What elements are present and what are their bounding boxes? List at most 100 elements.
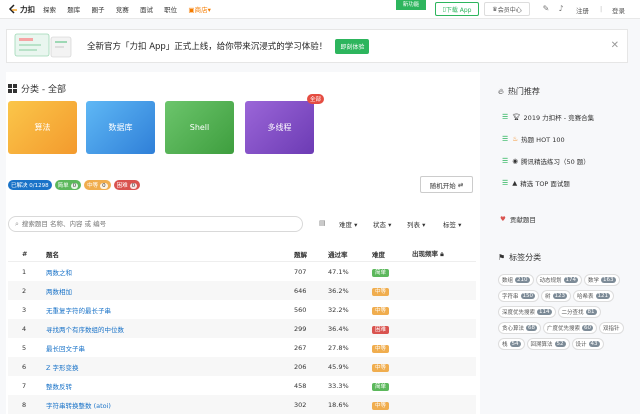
try-now-button[interactable]: 即刻体验 bbox=[335, 38, 370, 54]
tag-chip[interactable]: 二分查找 81 bbox=[557, 306, 601, 318]
category-card-algorithms[interactable]: 算法 bbox=[8, 101, 77, 154]
problem-table: # 题名 题解 通过率 难度 出现频率 🔒︎ 1 两数之和 707 47.1% 简单 2 两… bbox=[8, 246, 476, 414]
difficulty-badge: 简单 bbox=[372, 382, 390, 391]
tag-chip[interactable]: 栈 54 bbox=[498, 338, 525, 350]
problem-title-link[interactable]: 寻找两个有序数组的中位数 bbox=[46, 324, 294, 334]
list-icon: ☰ bbox=[502, 157, 509, 165]
solution-count[interactable]: 707 bbox=[294, 268, 328, 276]
difficulty-cell: 简单 bbox=[372, 268, 412, 277]
nav-item-problems[interactable]: 题库 bbox=[67, 6, 80, 14]
tag-chip[interactable]: 动态规划 174 bbox=[535, 274, 583, 286]
solution-count[interactable]: 267 bbox=[294, 344, 328, 352]
filter-difficulty[interactable]: 难度 ▾ bbox=[339, 219, 357, 229]
tag-chip[interactable]: 哈希表 121 bbox=[573, 290, 615, 302]
tag-count: 123 bbox=[552, 293, 568, 299]
table-row[interactable]: 7 整数反转 458 33.3% 简单 bbox=[8, 376, 476, 395]
notes-icon[interactable]: ✎ bbox=[541, 4, 551, 13]
tag-chip[interactable]: 数组 210 bbox=[498, 274, 534, 286]
solution-count[interactable]: 646 bbox=[294, 287, 328, 295]
difficulty-badge: 中等 bbox=[372, 401, 390, 410]
tag-count: 114 bbox=[537, 309, 552, 315]
tag-chip[interactable]: 树 123 bbox=[541, 290, 572, 302]
tag-chip[interactable]: 贪心算法 68 bbox=[498, 322, 542, 334]
problem-title-link[interactable]: 两数之和 bbox=[46, 267, 294, 277]
table-row[interactable]: 3 无重复字符的最长子串 560 32.2% 中等 bbox=[8, 300, 476, 319]
solution-count[interactable]: 206 bbox=[294, 363, 328, 371]
file-icon[interactable]: ▤ bbox=[319, 219, 326, 227]
problem-title-link[interactable]: 两数相加 bbox=[46, 286, 294, 296]
tag-chip[interactable]: 广度优先搜索 60 bbox=[543, 322, 598, 334]
header-frequency[interactable]: 出现频率 🔒︎ bbox=[412, 248, 476, 259]
search-box[interactable]: ⌕ bbox=[8, 216, 303, 232]
medium-stat: 中等 0 bbox=[84, 180, 111, 190]
hot-item-top-interview[interactable]: ☰ ▲ 精选 TOP 面试题 bbox=[502, 178, 570, 188]
category-card-shell[interactable]: Shell bbox=[165, 101, 234, 154]
category-card-database[interactable]: 数据库 bbox=[86, 101, 155, 154]
tag-chip[interactable]: 深度优先搜索 114 bbox=[498, 306, 556, 318]
login-link[interactable]: 登录 bbox=[612, 5, 625, 15]
nav-item-interview[interactable]: 面试 bbox=[140, 6, 153, 14]
search-input[interactable] bbox=[21, 220, 272, 228]
filter-tags[interactable]: 标签 ▾ bbox=[443, 219, 461, 229]
nav-item-circle[interactable]: 圈子 bbox=[91, 6, 104, 14]
acceptance-rate: 36.2% bbox=[328, 286, 349, 295]
vip-center-button[interactable]: ♛ 会员中心 bbox=[484, 2, 530, 16]
solution-count[interactable]: 560 bbox=[294, 306, 328, 314]
hot-item-tencent[interactable]: ☰ ◉ 腾讯精选练习（50 题） bbox=[502, 156, 590, 166]
problem-title-link[interactable]: 最长回文子串 bbox=[46, 343, 294, 353]
table-row[interactable]: 8 字符串转换整数 (atoi) 302 18.6% 中等 bbox=[8, 395, 476, 414]
problem-title-link[interactable]: 整数反转 bbox=[46, 381, 294, 391]
tag-chip[interactable]: 回溯算法 52 bbox=[526, 338, 570, 350]
difficulty-cell: 简单 bbox=[372, 382, 412, 391]
hot-item-label: 腾讯精选练习（50 题） bbox=[520, 158, 590, 166]
tag-label: 设计 bbox=[575, 342, 587, 348]
nav-item-jobs[interactable]: 职位 bbox=[164, 6, 177, 14]
table-row[interactable]: 4 寻找两个有序数组的中位数 299 36.4% 困难 bbox=[8, 319, 476, 338]
download-app-button[interactable]: ▯ 下载 App bbox=[435, 2, 479, 16]
problem-title-link[interactable]: 字符串转换整数 (atoi) bbox=[46, 400, 294, 410]
random-start-button[interactable]: 随机开始 ⇄ bbox=[420, 176, 473, 193]
contribute-link[interactable]: ♥ 贡献题目 bbox=[500, 214, 536, 224]
table-row[interactable]: 6 Z 字形变换 206 45.9% 中等 bbox=[8, 357, 476, 376]
nav-item-explore[interactable]: 探索 bbox=[43, 6, 56, 14]
acceptance-rate: 33.3% bbox=[328, 381, 349, 390]
difficulty-badge: 中等 bbox=[372, 363, 390, 372]
solution-count[interactable]: 299 bbox=[294, 325, 328, 333]
tag-chip[interactable]: 设计 43 bbox=[571, 338, 604, 350]
tags-heading: ⚑ 标签分类 bbox=[498, 252, 541, 263]
nav-item-shop[interactable]: ▣商店▾ bbox=[188, 6, 210, 14]
tag-label: 字符串 bbox=[502, 294, 519, 300]
register-link[interactable]: 注册 bbox=[576, 5, 589, 15]
problem-number: 1 bbox=[22, 267, 27, 276]
problem-title-link[interactable]: 无重复字符的最长子串 bbox=[46, 305, 294, 315]
tag-count: 174 bbox=[563, 277, 579, 283]
header-solutions[interactable]: 题解 bbox=[294, 249, 328, 259]
header-number[interactable]: # bbox=[8, 250, 46, 258]
table-row[interactable]: 1 两数之和 707 47.1% 简单 bbox=[8, 262, 476, 281]
logo[interactable]: 力扣 bbox=[8, 3, 35, 15]
tag-chip[interactable]: 数学 163 bbox=[584, 274, 620, 286]
hot-item-contest[interactable]: ☰ 🏆︎ 2019 力扣杯 - 竞赛合集 bbox=[502, 112, 594, 122]
close-icon[interactable]: ✕ bbox=[611, 40, 619, 51]
problem-title-link[interactable]: Z 字形变换 bbox=[46, 362, 294, 372]
filter-list[interactable]: 列表 ▾ bbox=[407, 219, 425, 229]
solution-count[interactable]: 302 bbox=[294, 401, 328, 409]
tag-chip[interactable]: 字符串 150 bbox=[498, 290, 540, 302]
solution-count[interactable]: 458 bbox=[294, 382, 328, 390]
header-difficulty[interactable]: 难度 bbox=[372, 249, 412, 259]
category-card-concurrency[interactable]: 多线程 bbox=[245, 101, 314, 154]
all-badge: 全部 bbox=[307, 94, 325, 104]
hot-item-hot100[interactable]: ☰ ♨ 热题 HOT 100 bbox=[502, 134, 565, 144]
new-feature-badge[interactable]: 新功能 bbox=[396, 0, 426, 10]
nav-item-contest[interactable]: 竞赛 bbox=[116, 6, 129, 14]
header-acceptance[interactable]: 通过率 bbox=[328, 249, 372, 259]
table-row[interactable]: 5 最长回文子串 267 27.8% 中等 bbox=[8, 338, 476, 357]
tag-chip[interactable]: 双指针 bbox=[599, 322, 624, 334]
header-title[interactable]: 题名 bbox=[46, 249, 294, 259]
table-row[interactable]: 2 两数相加 646 36.2% 中等 bbox=[8, 281, 476, 300]
filter-status[interactable]: 状态 ▾ bbox=[373, 219, 391, 229]
bell-icon[interactable]: ♪ bbox=[556, 4, 566, 13]
tag-list: 数组 210 动态规划 174 数学 163 字符串 150 树 123 哈希表 121 深度优先搜索 1… bbox=[498, 274, 638, 354]
list-icon: ☰ bbox=[502, 135, 509, 143]
tag-label: 二分查找 bbox=[561, 310, 584, 316]
